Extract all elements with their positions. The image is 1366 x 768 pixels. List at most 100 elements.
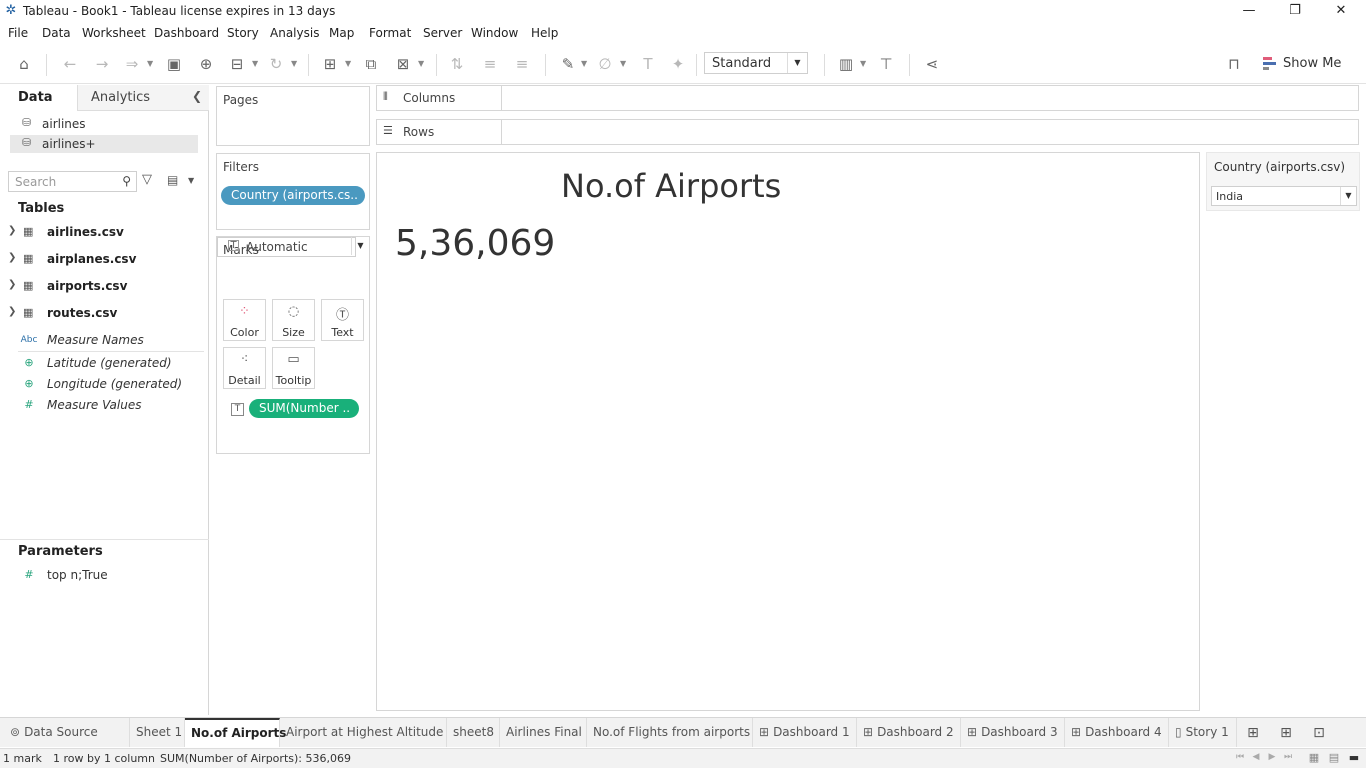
table-item[interactable]: ❯ ▦ airports.csv — [0, 277, 205, 297]
menu-dashboard[interactable]: Dashboard — [154, 26, 219, 40]
show-cards-icon[interactable]: ▥ — [834, 53, 858, 75]
menu-format[interactable]: Format — [369, 26, 411, 40]
marks-size-button[interactable]: ◌ Size — [272, 299, 315, 341]
save-icon[interactable]: ▣ — [162, 53, 186, 75]
new-data-source-icon[interactable]: ⊕ — [194, 53, 218, 75]
menu-worksheet[interactable]: Worksheet — [82, 26, 146, 40]
data-source-airlines-plus[interactable]: ⛁ airlines+ — [10, 135, 198, 153]
highlight-icon[interactable]: ✎ — [556, 53, 580, 75]
filters-card[interactable]: Filters Country (airports.cs.. — [216, 153, 370, 230]
marks-text-button[interactable]: Ⓣ Text — [321, 299, 364, 341]
tab-sheet-1[interactable]: Sheet 1 — [130, 718, 185, 747]
marks-detail-button[interactable]: ⁖ Detail — [223, 347, 266, 389]
minimize-button[interactable]: — — [1226, 0, 1272, 22]
sort-descending-icon[interactable]: ≡ — [510, 53, 534, 75]
home-icon[interactable]: ⌂ — [12, 53, 36, 75]
viz-title[interactable]: No.of Airports — [561, 167, 781, 205]
pause-updates-icon[interactable]: ⊟ — [225, 53, 249, 75]
table-item[interactable]: ❯ ▦ airplanes.csv — [0, 250, 205, 270]
redo-icon[interactable]: → — [90, 53, 114, 75]
tab-dashboard-4[interactable]: ⊞ Dashboard 4 — [1065, 718, 1169, 747]
chevron-down-icon[interactable]: ▼ — [252, 53, 260, 75]
tab-airport-highest-altitude[interactable]: Airport at Highest Altitude — [280, 718, 447, 747]
tab-story-1[interactable]: ▯ Story 1 — [1169, 718, 1237, 747]
chevron-down-icon[interactable]: ▼ — [581, 53, 589, 75]
first-sheet-icon[interactable]: ⏮ — [1233, 752, 1247, 762]
chevron-right-icon[interactable]: ❯ — [8, 279, 16, 290]
chevron-down-icon[interactable]: ▼ — [418, 53, 426, 75]
viz-canvas[interactable]: No.of Airports 5,36,069 — [376, 152, 1200, 711]
show-mark-labels-icon[interactable]: T — [636, 53, 660, 75]
rows-shelf[interactable]: ☰ Rows — [376, 119, 1359, 145]
menu-help[interactable]: Help — [531, 26, 558, 40]
field-longitude[interactable]: ⊕ Longitude (generated) — [0, 376, 205, 394]
view-list-icon[interactable]: ▤ — [167, 173, 178, 187]
data-source-airlines[interactable]: ⛁ airlines — [10, 115, 198, 133]
viz-value-text[interactable]: 5,36,069 — [395, 223, 555, 264]
chevron-down-icon[interactable]: ▼ — [188, 176, 194, 185]
filter-pill-country[interactable]: Country (airports.cs.. — [221, 186, 365, 205]
chevron-left-icon[interactable]: ❮ — [192, 89, 202, 103]
filter-icon[interactable]: ▽ — [142, 172, 152, 187]
tab-data[interactable]: Data — [0, 85, 77, 111]
share-icon[interactable]: ⋖ — [920, 53, 944, 75]
chevron-down-icon[interactable]: ▼ — [147, 53, 155, 75]
tab-airlines-final[interactable]: Airlines Final — [500, 718, 587, 747]
chevron-down-icon[interactable]: ▼ — [345, 53, 353, 75]
chevron-down-icon[interactable]: ▼ — [860, 53, 868, 75]
tab-no-of-airports[interactable]: No.of Airports — [185, 718, 286, 747]
sorter-view-icon[interactable]: ▤ — [1326, 751, 1342, 765]
tab-dashboard-1[interactable]: ⊞ Dashboard 1 — [753, 718, 857, 747]
format-painter-icon[interactable]: ⊓ — [1222, 53, 1246, 75]
undo-icon[interactable]: ← — [58, 53, 82, 75]
menu-analysis[interactable]: Analysis — [270, 26, 319, 40]
tab-analytics[interactable]: Analytics — [77, 85, 209, 111]
clear-sheet-icon[interactable]: ⊠ — [391, 53, 415, 75]
menu-window[interactable]: Window — [471, 26, 518, 40]
presentation-mode-icon[interactable]: ⊤ — [874, 53, 898, 75]
field-measure-names[interactable]: Abc Measure Names — [0, 332, 205, 350]
menu-story[interactable]: Story — [227, 26, 259, 40]
restore-button[interactable]: ❐ — [1272, 0, 1318, 22]
marks-color-button[interactable]: ⁘ Color — [223, 299, 266, 341]
last-sheet-icon[interactable]: ⏭ — [1281, 752, 1295, 762]
quick-filter-select[interactable]: India ▼ — [1211, 186, 1357, 206]
sort-ascending-icon[interactable]: ≡ — [478, 53, 502, 75]
chevron-down-icon[interactable]: ▼ — [620, 53, 628, 75]
close-button[interactable]: ✕ — [1318, 0, 1364, 22]
text-pill-sum-number[interactable]: SUM(Number .. — [249, 399, 359, 418]
previous-sheet-icon[interactable]: ◀ — [1249, 752, 1263, 762]
new-dashboard-tab-icon[interactable]: ⊞ — [1275, 723, 1297, 743]
next-sheet-icon[interactable]: ▶ — [1265, 752, 1279, 762]
table-item[interactable]: ❯ ▦ airlines.csv — [0, 223, 205, 243]
field-search-input[interactable]: Search ⚲ — [8, 171, 137, 192]
filmstrip-view-icon[interactable]: ▦ — [1306, 751, 1322, 765]
table-item[interactable]: ❯ ▦ routes.csv — [0, 304, 205, 324]
pages-card[interactable]: Pages — [216, 86, 370, 146]
tabs-view-icon[interactable]: ▬ — [1346, 751, 1362, 765]
chevron-down-icon[interactable]: ▼ — [291, 53, 299, 75]
group-members-icon[interactable]: ∅ — [593, 53, 617, 75]
tab-dashboard-3[interactable]: ⊞ Dashboard 3 — [961, 718, 1065, 747]
tab-data-source[interactable]: ⊚ Data Source — [4, 718, 130, 747]
new-worksheet-tab-icon[interactable]: ⊞ — [1242, 723, 1264, 743]
menu-file[interactable]: File — [8, 26, 28, 40]
text-encoding-icon[interactable]: T — [231, 403, 244, 416]
new-worksheet-icon[interactable]: ⊞ — [318, 53, 342, 75]
chevron-right-icon[interactable]: ❯ — [8, 225, 16, 236]
swap-rows-columns-icon[interactable]: ⇅ — [445, 53, 469, 75]
marks-tooltip-button[interactable]: ▭ Tooltip — [272, 347, 315, 389]
tab-no-of-flights[interactable]: No.of Flights from airports — [587, 718, 753, 747]
fix-axes-icon[interactable]: ✦ — [666, 53, 690, 75]
field-measure-values[interactable]: # Measure Values — [0, 397, 205, 415]
chevron-right-icon[interactable]: ❯ — [8, 306, 16, 317]
columns-shelf[interactable]: ⦀ Columns — [376, 85, 1359, 111]
menu-map[interactable]: Map — [329, 26, 354, 40]
chevron-right-icon[interactable]: ❯ — [8, 252, 16, 263]
duplicate-sheet-icon[interactable]: ⧉ — [359, 53, 383, 75]
menu-server[interactable]: Server — [423, 26, 462, 40]
tab-dashboard-2[interactable]: ⊞ Dashboard 2 — [857, 718, 961, 747]
fit-mode-select[interactable]: Standard ▼ — [704, 52, 808, 74]
replay-icon[interactable]: ⇒ — [120, 53, 144, 75]
parameter-top-n[interactable]: # top n;True — [0, 567, 205, 585]
